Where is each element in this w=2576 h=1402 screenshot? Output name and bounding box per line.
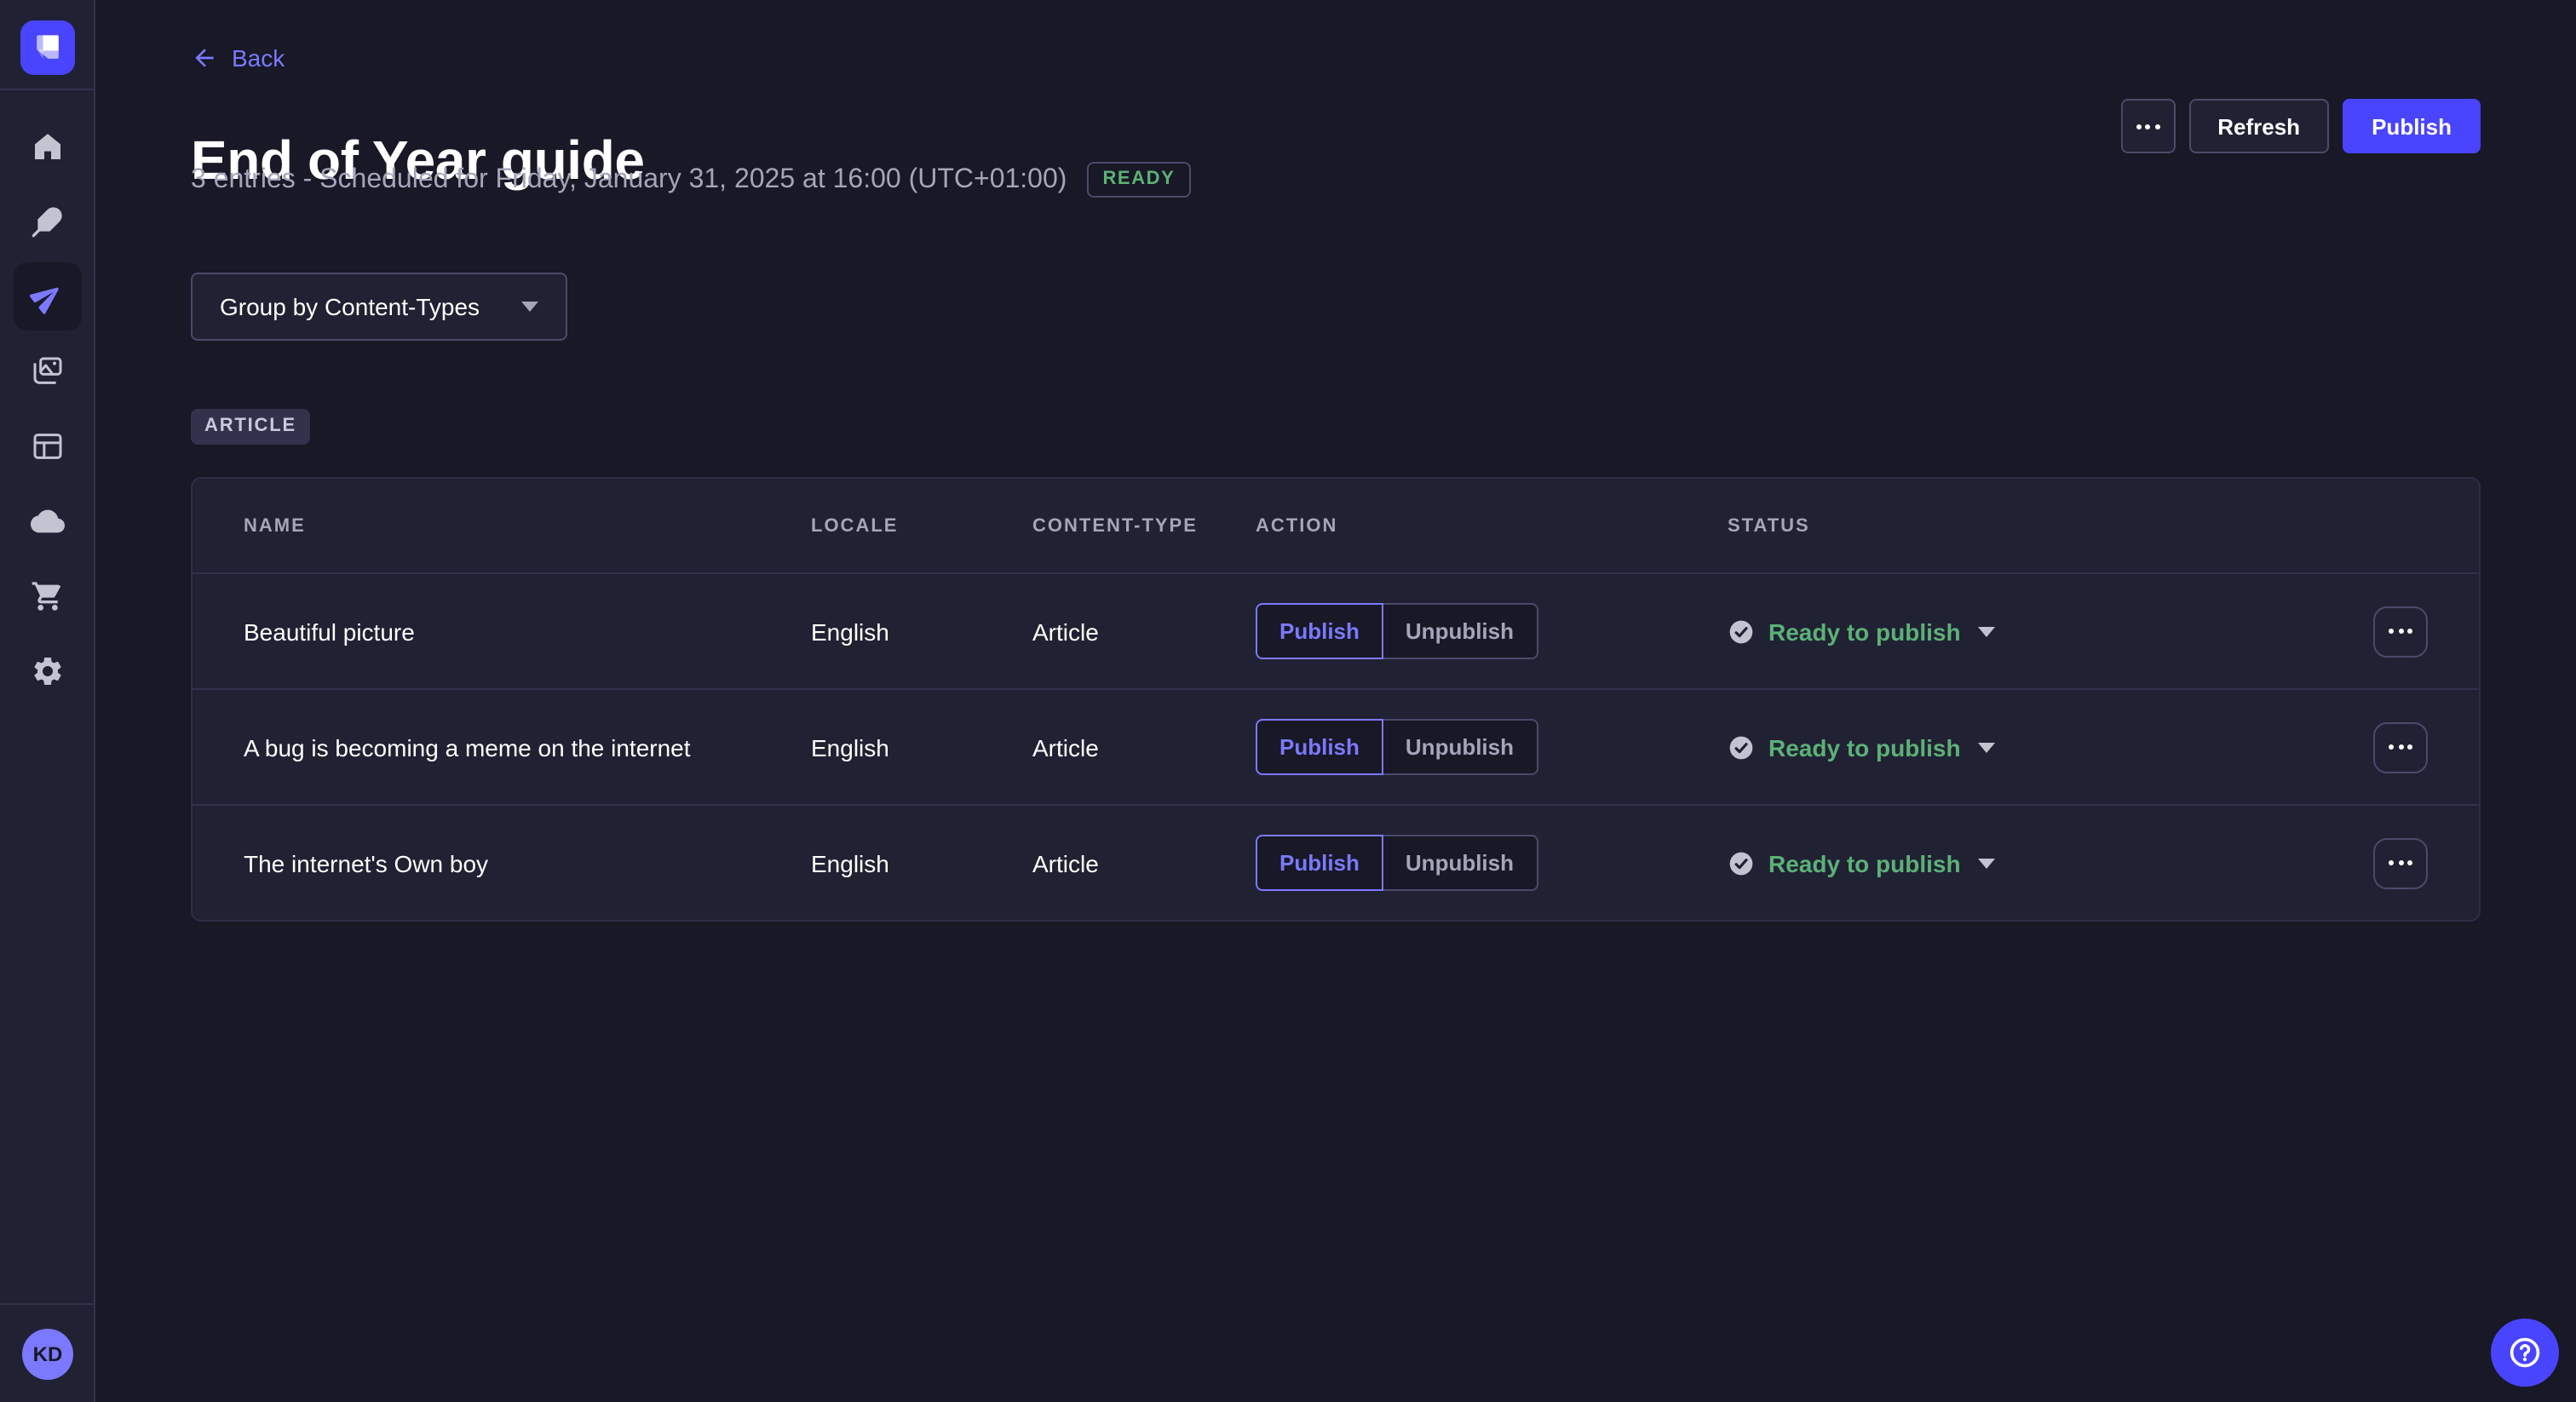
chevron-down-icon	[521, 302, 538, 312]
entry-locale: English	[811, 849, 1032, 876]
ellipsis-icon	[2389, 629, 2394, 634]
publish-toggle-button[interactable]: Publish	[1256, 603, 1383, 659]
entry-status-label: Ready to publish	[1768, 618, 1961, 645]
sidebar-item-marketplace[interactable]	[14, 562, 82, 630]
entries-table: NAME LOCALE CONTENT-TYPE ACTION STATUS B…	[191, 477, 2481, 922]
sidebar-item-home[interactable]	[14, 112, 82, 181]
paper-plane-icon	[24, 273, 72, 320]
column-header-content-type: CONTENT-TYPE	[1032, 515, 1256, 536]
sidebar-item-content-manager[interactable]	[14, 187, 82, 256]
entry-action-toggle: Publish Unpublish	[1256, 603, 1697, 659]
sidebar-item-content-type-builder[interactable]	[14, 412, 82, 480]
release-meta: 3 entries - Scheduled for Friday, Januar…	[191, 162, 1190, 198]
media-images-icon	[31, 354, 65, 388]
home-icon	[31, 129, 65, 164]
table-header-row: NAME LOCALE CONTENT-TYPE ACTION STATUS	[193, 479, 2479, 572]
check-circle-icon	[1728, 733, 1755, 761]
entry-status-dropdown[interactable]: Ready to publish	[1697, 618, 1995, 645]
publish-release-button[interactable]: Publish	[2343, 99, 2481, 153]
entry-action-toggle: Publish Unpublish	[1256, 835, 1697, 891]
sidebar-item-deploy[interactable]	[14, 487, 82, 555]
refresh-button[interactable]: Refresh	[2188, 99, 2329, 153]
sidebar-divider	[0, 89, 95, 90]
app-window: KD Back End of Year guide 3 entries - Sc…	[0, 0, 2576, 1402]
sidebar-bottom-divider	[0, 1303, 95, 1305]
entry-locale: English	[811, 618, 1032, 645]
unpublish-toggle-button[interactable]: Unpublish	[1383, 603, 1538, 659]
entry-locale: English	[811, 733, 1032, 761]
sidebar-item-settings[interactable]	[14, 637, 82, 705]
row-more-button[interactable]	[2373, 721, 2428, 773]
table-row: The internet's Own boy English Article P…	[193, 804, 2479, 920]
cart-icon	[31, 579, 65, 613]
group-by-label: Group by Content-Types	[220, 293, 480, 320]
arrow-left-icon	[191, 44, 218, 72]
column-header-name: NAME	[244, 515, 811, 536]
publish-toggle-button[interactable]: Publish	[1256, 719, 1383, 775]
cloud-icon	[31, 504, 65, 538]
check-circle-icon	[1728, 618, 1755, 645]
chevron-down-icon	[1978, 626, 1995, 636]
release-more-button[interactable]	[2120, 99, 2175, 153]
layout-panel-icon	[31, 429, 65, 463]
column-header-status: STATUS	[1697, 515, 2356, 536]
sidebar-item-releases[interactable]	[14, 262, 82, 330]
sidebar-item-media-library[interactable]	[14, 337, 82, 405]
group-by-dropdown[interactable]: Group by Content-Types	[191, 273, 567, 341]
row-more-button[interactable]	[2373, 606, 2428, 657]
help-button[interactable]	[2491, 1319, 2559, 1387]
header-actions: Refresh Publish	[2120, 99, 2481, 153]
entry-name: A bug is becoming a meme on the internet	[244, 733, 811, 761]
sidebar: KD	[0, 0, 95, 1402]
feather-icon	[31, 204, 65, 238]
chevron-down-icon	[1978, 742, 1995, 752]
user-avatar[interactable]: KD	[22, 1329, 73, 1380]
table-row: A bug is becoming a meme on the internet…	[193, 688, 2479, 804]
ellipsis-icon	[2389, 860, 2394, 865]
column-header-locale: LOCALE	[811, 515, 1032, 536]
entry-action-toggle: Publish Unpublish	[1256, 719, 1697, 775]
strapi-logo-icon	[29, 29, 66, 66]
ellipsis-icon	[2389, 744, 2394, 750]
ellipsis-icon	[2136, 124, 2141, 129]
entry-content-type: Article	[1032, 733, 1256, 761]
entry-content-type: Article	[1032, 618, 1256, 645]
strapi-logo[interactable]	[20, 20, 75, 75]
check-circle-icon	[1728, 849, 1755, 876]
entry-name: Beautiful picture	[244, 618, 811, 645]
entry-status-dropdown[interactable]: Ready to publish	[1697, 733, 1995, 761]
sidebar-nav	[0, 112, 95, 705]
entry-content-type: Article	[1032, 849, 1256, 876]
back-label: Back	[232, 44, 285, 72]
unpublish-toggle-button[interactable]: Unpublish	[1383, 835, 1538, 891]
row-more-button[interactable]	[2373, 837, 2428, 888]
entry-status-dropdown[interactable]: Ready to publish	[1697, 849, 1995, 876]
unpublish-toggle-button[interactable]: Unpublish	[1383, 719, 1538, 775]
column-header-action: ACTION	[1256, 515, 1697, 536]
table-row: Beautiful picture English Article Publis…	[193, 572, 2479, 688]
release-subtitle: 3 entries - Scheduled for Friday, Januar…	[191, 164, 1067, 195]
chevron-down-icon	[1978, 858, 1995, 868]
entry-status-label: Ready to publish	[1768, 849, 1961, 876]
gear-icon	[31, 654, 65, 688]
publish-toggle-button[interactable]: Publish	[1256, 835, 1383, 891]
content-type-chip: ARTICLE	[191, 409, 310, 445]
status-badge: READY	[1087, 162, 1190, 198]
entry-status-label: Ready to publish	[1768, 733, 1961, 761]
help-question-icon	[2506, 1334, 2544, 1371]
back-link[interactable]: Back	[191, 44, 285, 72]
entry-name: The internet's Own boy	[244, 849, 811, 876]
